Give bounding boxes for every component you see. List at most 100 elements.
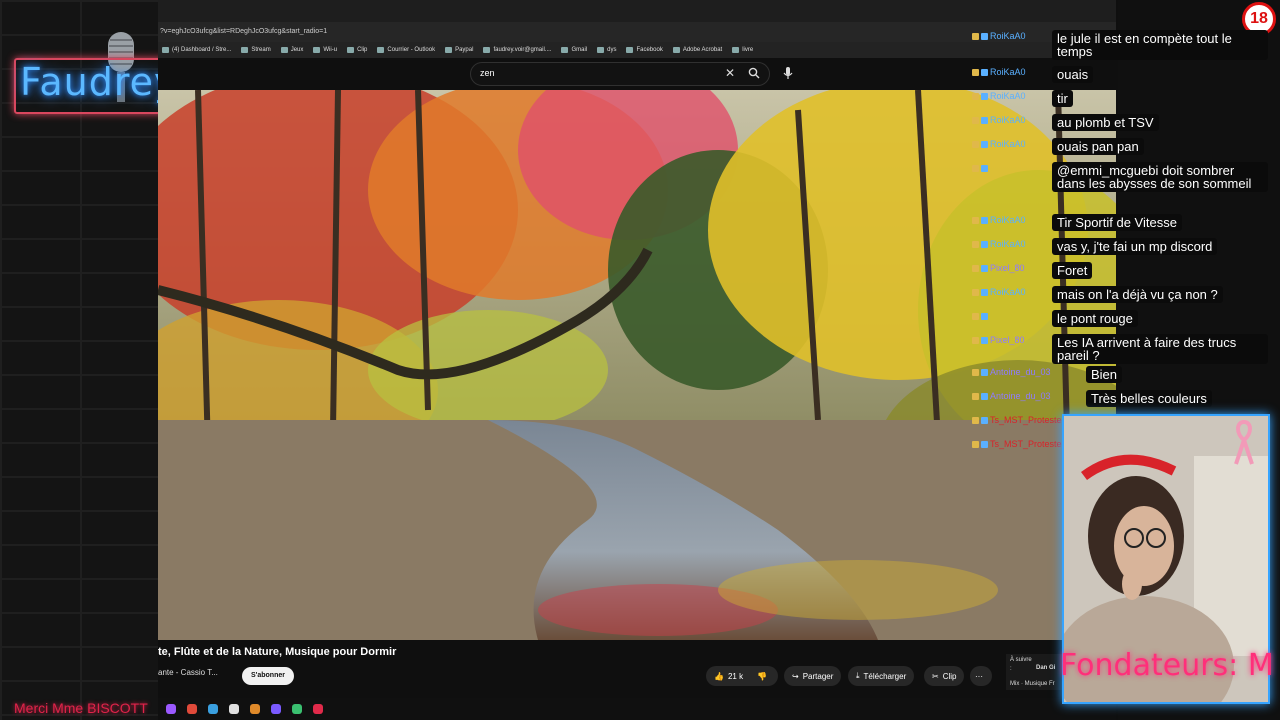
bookmark-item[interactable]: Wii-u (313, 47, 337, 53)
bookmark-item[interactable]: Facebook (626, 47, 663, 53)
bookmark-item[interactable]: livre (732, 47, 753, 53)
chat-username[interactable]: RoiKaA0 (972, 31, 1026, 41)
chat-username[interactable]: RoiKaA0 (972, 115, 1026, 125)
moderator-badge-icon (981, 217, 988, 225)
scissors-icon: ✂ (932, 671, 939, 681)
chat-username[interactable]: RoiKaA0 (972, 139, 1026, 149)
subscriber-badge-icon (972, 165, 979, 173)
chat-text: au plomb et TSV (1052, 114, 1159, 131)
chat-username[interactable]: Antoine_du_03 (972, 391, 1051, 401)
up-next-label: À suivre : (1010, 657, 1032, 672)
chat-username-text: RoiKaA0 (990, 91, 1026, 101)
bookmark-item[interactable]: Paypal (445, 47, 473, 53)
share-button[interactable]: ↪ Partager (784, 666, 842, 686)
app-icon[interactable] (208, 704, 218, 714)
chat-username[interactable]: Antoine_du_03 (972, 367, 1051, 377)
chat-text: Très belles couleurs (1086, 390, 1212, 407)
chat-username[interactable]: RoiKaA0 (972, 67, 1026, 77)
app-icon[interactable] (166, 704, 176, 714)
subscriber-badge-icon (972, 289, 979, 297)
chat-text: Foret (1052, 262, 1093, 279)
bookmark-item[interactable]: Stream (241, 47, 271, 53)
subscriber-badge-icon (972, 141, 979, 149)
subscriber-badge-icon (972, 33, 979, 41)
folder-icon (597, 47, 605, 53)
folder-icon (241, 47, 249, 53)
chat-username[interactable]: RoiKaA0 (972, 91, 1026, 101)
chat-username[interactable]: RoiKaA0 (972, 239, 1026, 249)
up-next-card[interactable]: À suivre : Dan Gi Mix · Musique Fr (1006, 654, 1062, 690)
chat-username[interactable] (972, 163, 990, 173)
folder-icon (377, 47, 385, 53)
more-actions-button[interactable]: ··· (970, 666, 992, 686)
chat-text: Bien (1086, 366, 1123, 383)
app-icon[interactable] (313, 704, 323, 714)
bookmark-label: livre (742, 47, 754, 53)
chat-username[interactable]: RoiKaA0 (972, 287, 1026, 297)
moderator-badge-icon (981, 441, 988, 449)
subscriber-badge-icon (972, 217, 979, 225)
download-button[interactable]: ⤓ Télécharger (848, 666, 915, 686)
chat-username[interactable]: RoiKaA0 (972, 215, 1026, 225)
bookmark-item[interactable]: dys (597, 47, 616, 53)
app-icon[interactable] (229, 704, 239, 714)
app-icon[interactable] (292, 704, 302, 714)
subscriber-badge-icon (972, 313, 979, 321)
thanks-ticker: Merci Mme BISCOTT (14, 700, 148, 716)
moderator-badge-icon (981, 117, 988, 125)
chat-text: tir (1052, 90, 1073, 107)
folder-icon (280, 47, 288, 53)
chat-username-text: Ts_MST_Proteste (990, 415, 1062, 425)
moderator-badge-icon (981, 265, 988, 273)
bookmark-item[interactable]: Jeux (280, 47, 303, 53)
chat-text: Tir Sportif de Vitesse (1052, 214, 1182, 231)
subscriber-badge-icon (972, 265, 979, 273)
bookmark-item[interactable]: faudrey.voir@gmail.... (483, 47, 551, 53)
chat-username-text: RoiKaA0 (990, 139, 1026, 149)
channel-name[interactable]: ante - Cassio T... (158, 668, 218, 677)
folder-icon (445, 47, 453, 53)
bookmark-item[interactable]: Clip (347, 47, 367, 53)
app-icon[interactable] (250, 704, 260, 714)
bookmark-label: Stream (251, 47, 271, 53)
moderator-badge-icon (981, 141, 988, 149)
bookmark-item[interactable]: Gmail (561, 47, 587, 53)
subscriber-badge-icon (972, 93, 979, 101)
subscriber-badge-icon (972, 417, 979, 425)
chat-username[interactable]: Pixel_80 (972, 263, 1025, 273)
bookmark-item[interactable]: (4) Dashboard / Stre... (162, 47, 231, 53)
like-count[interactable]: 21 k (728, 672, 743, 681)
bookmark-label: dys (607, 47, 617, 53)
chat-text: le pont rouge (1052, 310, 1138, 327)
clip-button[interactable]: ✂ Clip (924, 666, 965, 686)
voice-search-icon[interactable] (782, 66, 794, 80)
chat-text: mais on l'a déjà vu ça non ? (1052, 286, 1223, 303)
bookmark-label: Facebook (636, 47, 663, 53)
chat-text: ouais pan pan (1052, 138, 1144, 155)
bookmark-item[interactable]: Courrier - Outlook (377, 47, 435, 53)
chat-username-text: Pixel_80 (990, 263, 1025, 273)
app-icon[interactable] (187, 704, 197, 714)
chat-username[interactable]: Ts_MST_Proteste (972, 415, 1062, 425)
clear-search-icon[interactable]: ✕ (725, 66, 735, 80)
folder-icon (483, 47, 491, 53)
thumbs-down-icon[interactable]: 👎 (757, 672, 767, 681)
chat-username[interactable]: Pixel_80 (972, 335, 1025, 345)
download-label: Télécharger (863, 671, 907, 681)
chat-username-text: RoiKaA0 (990, 115, 1026, 125)
search-input[interactable]: zen (480, 68, 495, 78)
bookmark-item[interactable]: Adobe Acrobat (672, 47, 722, 53)
like-dislike-group: 👍 21 k 👎 (706, 666, 778, 686)
chat-username[interactable] (972, 311, 990, 321)
bookmark-label: faudrey.voir@gmail.... (493, 47, 552, 53)
chat-username[interactable]: Ts_MST_Proteste (972, 439, 1062, 449)
subscribe-button[interactable]: S'abonner (242, 667, 294, 685)
search-icon[interactable] (748, 67, 760, 79)
moderator-badge-icon (981, 393, 988, 401)
subscriber-badge-icon (972, 241, 979, 249)
moderator-badge-icon (981, 289, 988, 297)
up-next-title: Dan Gi (1036, 665, 1056, 671)
moderator-badge-icon (981, 241, 988, 249)
thumbs-up-icon[interactable]: 👍 (714, 672, 724, 681)
app-icon[interactable] (271, 704, 281, 714)
